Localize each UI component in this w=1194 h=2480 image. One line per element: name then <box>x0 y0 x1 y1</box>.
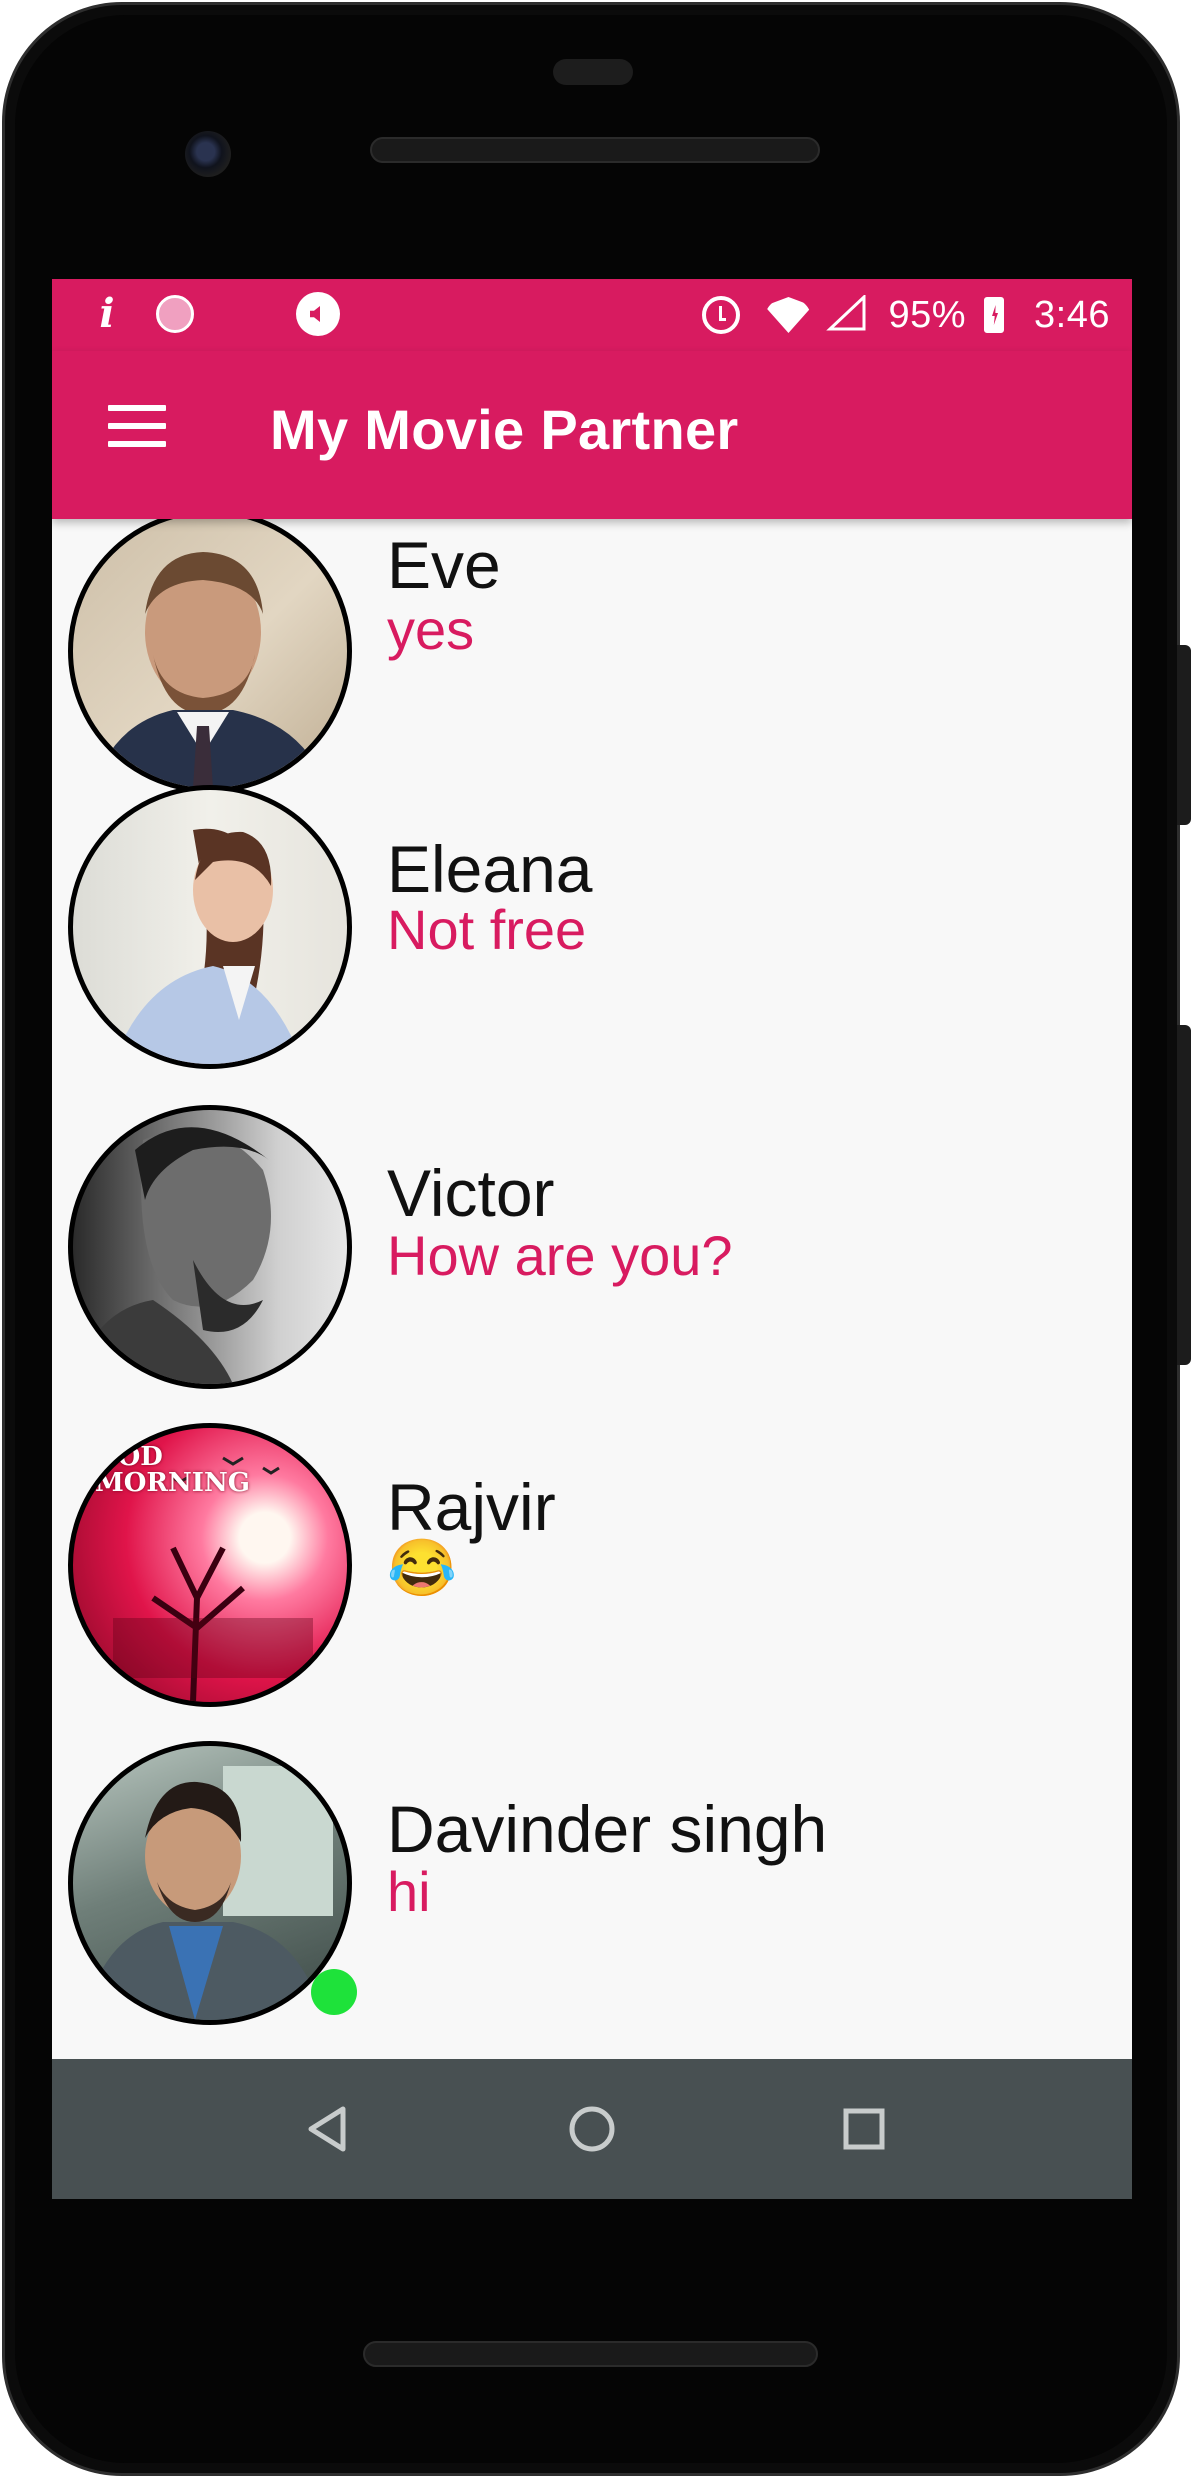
signal-icon <box>826 293 866 336</box>
avatar[interactable]: OOD MORNING <box>68 1423 352 1707</box>
hamburger-menu-icon[interactable] <box>108 405 166 447</box>
info-icon: i <box>99 290 115 337</box>
chat-list[interactable]: Eve yes Eleana Not free Victor How are y… <box>52 519 1132 2059</box>
chat-last-message: How are you? <box>387 1224 733 1287</box>
status-bar: i 95% 3:46 <box>52 279 1132 351</box>
app-bar: My Movie Partner <box>52 351 1132 519</box>
back-icon[interactable] <box>297 2099 357 2159</box>
avatar[interactable] <box>68 519 352 793</box>
loading-icon <box>156 295 194 333</box>
alarm-icon <box>702 296 741 334</box>
chat-item-eleana[interactable]: Eleana Not free <box>52 785 1132 1103</box>
home-icon[interactable] <box>562 2099 622 2159</box>
chat-name: Eleana <box>387 832 593 906</box>
chat-last-message: hi <box>387 1860 431 1923</box>
chat-name: Rajvir <box>387 1470 556 1544</box>
chat-last-message-emoji: 😂 <box>387 1536 457 1599</box>
avatar-caption: OOD MORNING <box>95 1442 250 1498</box>
sound-icon <box>296 292 340 336</box>
chat-item-davinder-singh[interactable]: Davinder singh hi <box>52 1741 1132 2059</box>
avatar[interactable] <box>68 1105 352 1389</box>
wifi-icon <box>764 297 813 333</box>
chat-name: Victor <box>387 1156 555 1230</box>
navigation-bar <box>52 2059 1132 2199</box>
phone-screen: i 95% 3:46 My Movie Partner Eve yes Elea… <box>52 279 1132 2199</box>
battery-icon <box>984 297 1005 333</box>
clock: 3:46 <box>1034 293 1110 336</box>
app-title: My Movie Partner <box>270 398 739 461</box>
online-status-indicator <box>311 1969 357 2015</box>
volume-button <box>1177 1025 1191 1365</box>
chat-item-rajvir[interactable]: OOD MORNING Rajvir 😂 <box>52 1423 1132 1741</box>
front-camera <box>185 131 231 177</box>
chat-item-eve[interactable]: Eve yes <box>52 519 1132 827</box>
battery-percent: 95% <box>888 293 967 336</box>
top-speaker <box>370 137 820 163</box>
earpiece <box>553 59 633 85</box>
chat-item-victor[interactable]: Victor How are you? <box>52 1105 1132 1423</box>
chat-name: Davinder singh <box>387 1792 828 1866</box>
power-button <box>1177 645 1191 825</box>
avatar[interactable] <box>68 1741 352 2025</box>
recent-apps-icon[interactable] <box>834 2099 894 2159</box>
bottom-speaker <box>363 2341 818 2367</box>
chat-last-message: yes <box>387 598 475 661</box>
avatar[interactable] <box>68 785 352 1069</box>
chat-name: Eve <box>387 528 501 602</box>
chat-last-message: Not free <box>387 898 587 961</box>
